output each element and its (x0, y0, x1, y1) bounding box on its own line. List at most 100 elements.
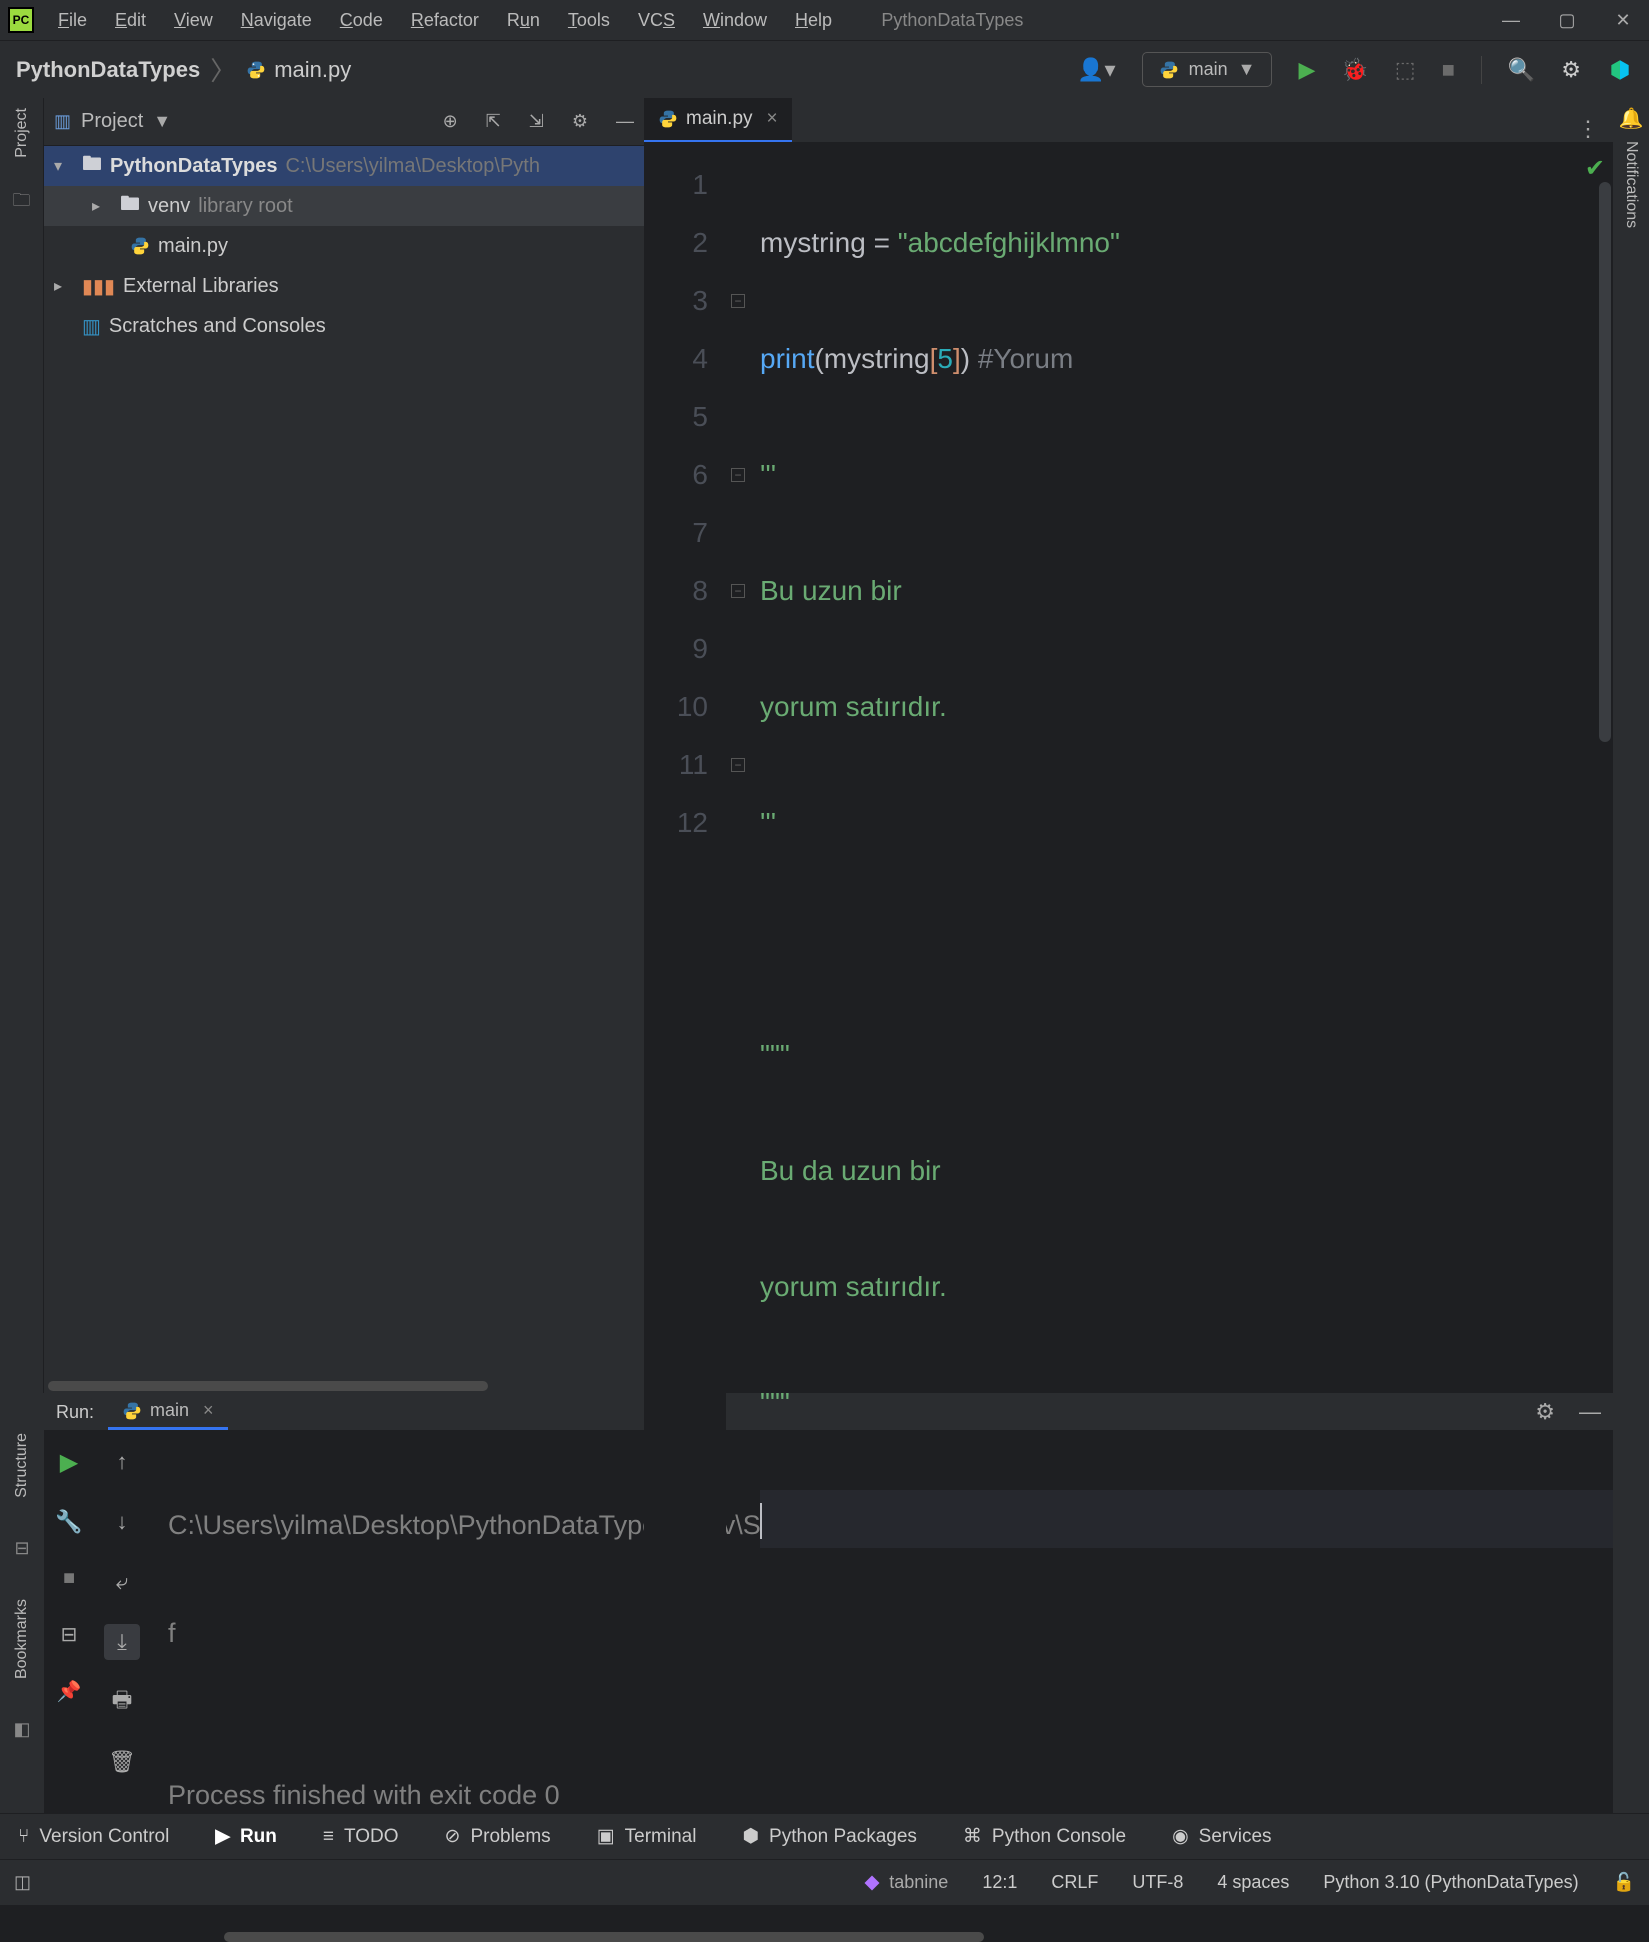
run-process-actions: ▶ 🔧 ■ ⊟ 📌 (44, 1430, 94, 1930)
close-icon[interactable]: ✕ (1615, 12, 1631, 28)
ide-logo-icon[interactable] (1607, 57, 1633, 83)
search-icon[interactable]: 🔍 (1508, 57, 1535, 83)
tree-venv[interactable]: ▸ 🖿 venv library root (44, 186, 644, 226)
tree-ext-label: External Libraries (123, 275, 279, 298)
rerun-icon[interactable]: ▶ (60, 1448, 78, 1477)
menu-tools[interactable]: Tools (568, 10, 610, 31)
wrench-icon[interactable]: 🔧 (55, 1509, 82, 1535)
fold-icon[interactable]: − (731, 758, 745, 772)
notification-icon[interactable]: 🔔 (1619, 106, 1644, 131)
project-hscroll[interactable] (44, 1379, 644, 1393)
tree-mainpy[interactable]: main.py (44, 226, 644, 266)
tabnine-widget[interactable]: tabnine (863, 1872, 948, 1893)
tree-scratches[interactable]: ▥ Scratches and Consoles (44, 306, 644, 346)
menu-window[interactable]: Window (703, 10, 767, 31)
layout-icon[interactable]: ⊟ (61, 1622, 78, 1647)
maximize-icon[interactable]: ▢ (1559, 12, 1575, 28)
project-header: ▥ Project ▼ ⊕ ⇱ ⇲ ⚙ — (44, 98, 644, 146)
inspection-check[interactable]: ✔ (1585, 154, 1605, 183)
user-icon[interactable]: 👤▾ (1077, 57, 1115, 83)
tool-packages[interactable]: ⬢Python Packages (742, 1825, 916, 1848)
project-header-title[interactable]: ▥ Project ▼ (54, 110, 433, 133)
tree-root[interactable]: ▾ 🖿 PythonDataTypes C:\Users\yilma\Deskt… (44, 146, 644, 186)
main-area: Project 🗀 ▥ Project ▼ ⊕ ⇱ ⇲ ⚙ — ▾ 🖿 Pyth… (0, 98, 1649, 1393)
structure-icon[interactable]: ⊟ (14, 1538, 29, 1559)
menu-file[interactable]: File (58, 10, 87, 31)
run-config-selector[interactable]: main ▼ (1142, 52, 1273, 87)
print-icon[interactable]: 🖶 (104, 1684, 140, 1720)
editor-tab[interactable]: main.py × (644, 98, 792, 142)
status-interpreter[interactable]: Python 3.10 (PythonDataTypes) (1323, 1872, 1578, 1893)
tabnine-icon (863, 1874, 881, 1892)
tool-vcs[interactable]: ⑂Version Control (18, 1826, 169, 1848)
run-config-label: main (1189, 59, 1228, 80)
bookmark-icon[interactable]: ◧ (13, 1719, 30, 1740)
menu-view[interactable]: View (174, 10, 213, 31)
services-icon: ◉ (1172, 1825, 1189, 1848)
locate-icon[interactable]: ⊕ (443, 111, 458, 132)
menu-navigate[interactable]: Navigate (241, 10, 312, 31)
window-controls: — ▢ ✕ (1503, 12, 1641, 28)
editor-tab-label: main.py (686, 108, 753, 130)
menu-help[interactable]: Help (795, 10, 832, 31)
editor-area: main.py × ⋮ 123456789101112 − − − − myst… (644, 98, 1613, 1393)
status-indent[interactable]: 4 spaces (1217, 1872, 1289, 1893)
editor-body[interactable]: 123456789101112 − − − − mystring = "abcd… (644, 142, 1613, 1664)
collapse-icon[interactable]: ⇲ (529, 111, 544, 132)
run-button[interactable]: ▶ (1298, 57, 1315, 83)
down-icon[interactable]: ↓ (104, 1504, 140, 1540)
breadcrumb-project[interactable]: PythonDataTypes (16, 57, 200, 83)
chevron-down-icon: ▾ (54, 156, 74, 176)
editor-vscroll[interactable] (1599, 182, 1611, 742)
tree-ext-libs[interactable]: ▸ ▮▮▮ External Libraries (44, 266, 644, 306)
wrap-icon[interactable]: ⤶ (104, 1564, 140, 1600)
folder-icon[interactable]: 🗀 (13, 188, 31, 218)
tab-overflow-icon[interactable]: ⋮ (1577, 116, 1613, 142)
project-tool-button[interactable]: Project (13, 108, 31, 158)
fold-icon[interactable]: − (731, 294, 745, 308)
tool-run[interactable]: ▶Run (215, 1825, 277, 1848)
menu-run[interactable]: Run (507, 10, 540, 31)
tab-close-icon[interactable]: × (767, 108, 778, 130)
tool-services[interactable]: ◉Services (1172, 1825, 1271, 1848)
trash-icon[interactable]: 🗑 (104, 1744, 140, 1780)
tool-todo[interactable]: ≡TODO (323, 1826, 399, 1848)
scroll-end-icon[interactable]: ⤓ (104, 1624, 140, 1660)
lock-icon[interactable]: 🔓 (1613, 1872, 1635, 1893)
expand-icon[interactable]: ⇱ (486, 111, 501, 132)
pin-icon[interactable]: 📌 (57, 1679, 82, 1704)
tool-window-icon[interactable]: ◫ (14, 1872, 31, 1893)
run-tab[interactable]: main × (108, 1394, 228, 1430)
menu-refactor[interactable]: Refactor (411, 10, 479, 31)
hide-icon[interactable]: — (616, 111, 634, 132)
settings-icon[interactable]: ⚙ (1561, 57, 1581, 83)
fold-icon[interactable]: − (731, 584, 745, 598)
notifications-button[interactable]: Notifications (1622, 141, 1640, 228)
tool-terminal[interactable]: ▣Terminal (597, 1825, 697, 1848)
run-tab-close-icon[interactable]: × (203, 1400, 214, 1421)
title-bar: PC File Edit View Navigate Code Refactor… (0, 0, 1649, 40)
debug-button[interactable]: 🐞 (1341, 57, 1368, 83)
status-encoding[interactable]: UTF-8 (1132, 1872, 1183, 1893)
status-position[interactable]: 12:1 (982, 1872, 1017, 1893)
status-eol[interactable]: CRLF (1051, 1872, 1098, 1893)
up-icon[interactable]: ↑ (104, 1444, 140, 1480)
stop-icon[interactable]: ■ (63, 1567, 75, 1590)
fold-icon[interactable]: − (731, 468, 745, 482)
minimize-icon[interactable]: — (1503, 12, 1519, 28)
menu-edit[interactable]: Edit (115, 10, 146, 31)
coverage-button[interactable]: ⬚ (1395, 57, 1416, 83)
tool-problems[interactable]: ⊘Problems (445, 1825, 551, 1848)
bookmarks-tool-button[interactable]: Bookmarks (13, 1599, 31, 1679)
stop-button[interactable]: ■ (1442, 57, 1455, 83)
code-area[interactable]: mystring = "abcdefghijklmno" print(mystr… (750, 142, 1613, 1664)
tool-pyconsole[interactable]: ⌘Python Console (963, 1825, 1126, 1848)
chevron-right-icon: ▸ (92, 196, 112, 216)
breadcrumb-file[interactable]: main.py (246, 57, 351, 83)
menu-vcs[interactable]: VCS (638, 10, 675, 31)
menu-code[interactable]: Code (340, 10, 383, 31)
line-numbers: 123456789101112 (644, 142, 726, 1664)
gear-icon[interactable]: ⚙ (572, 111, 588, 132)
play-icon: ▶ (215, 1825, 230, 1848)
structure-tool-button[interactable]: Structure (13, 1433, 31, 1498)
